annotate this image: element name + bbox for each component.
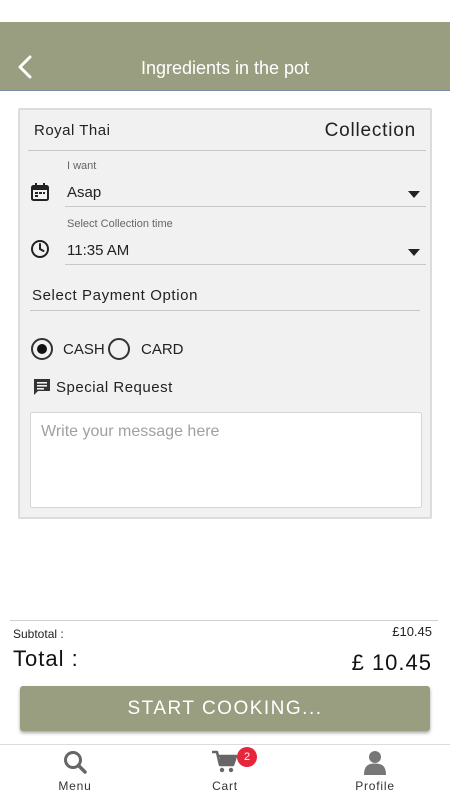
nav-item-cart[interactable]: 2 Cart <box>150 745 300 800</box>
order-card: Royal Thai Collection I want Asap Select… <box>18 108 432 519</box>
divider <box>65 206 426 207</box>
cart-count-badge: 2 <box>237 747 257 767</box>
special-request-title: Special Request <box>56 379 173 396</box>
app-header: Ingredients in the pot <box>0 22 450 91</box>
nav-item-profile[interactable]: Profile <box>300 745 450 800</box>
cart-icon <box>212 750 238 773</box>
profile-icon <box>364 751 386 775</box>
time-dropdown-icon[interactable] <box>408 249 420 256</box>
cash-radio[interactable] <box>31 338 53 360</box>
when-dropdown-icon[interactable] <box>408 191 420 198</box>
divider <box>28 150 426 151</box>
subtotal-label: Subtotal : <box>13 627 64 641</box>
when-select[interactable]: Asap <box>67 184 101 201</box>
when-label: I want <box>67 160 97 172</box>
bottom-nav: Menu 2 Cart Profile <box>0 744 450 800</box>
status-bar <box>0 0 450 22</box>
restaurant-name: Royal Thai <box>34 122 111 139</box>
divider <box>65 264 426 265</box>
divider <box>30 310 420 311</box>
nav-item-menu[interactable]: Menu <box>0 745 150 800</box>
total-label: Total : <box>13 646 79 671</box>
start-cooking-button[interactable]: START COOKING... <box>20 686 430 731</box>
nav-label-profile: Profile <box>355 779 395 793</box>
divider <box>10 620 438 621</box>
subtotal-value: £10.45 <box>392 624 432 639</box>
special-request-input[interactable] <box>30 412 422 508</box>
nav-label-cart: Cart <box>212 779 238 793</box>
clock-icon <box>31 240 49 258</box>
message-icon <box>34 379 50 395</box>
total-value: £ 10.45 <box>351 650 432 675</box>
search-icon <box>64 751 87 774</box>
card-label[interactable]: CARD <box>141 341 184 358</box>
time-select[interactable]: 11:35 AM <box>67 242 129 259</box>
nav-label-menu: Menu <box>58 779 92 793</box>
order-type: Collection <box>324 120 416 141</box>
card-radio[interactable] <box>108 338 130 360</box>
payment-title: Select Payment Option <box>32 287 199 304</box>
cash-label[interactable]: CASH <box>63 341 105 358</box>
calendar-icon <box>31 183 49 201</box>
page-title: Ingredients in the pot <box>140 58 310 78</box>
time-label: Select Collection time <box>67 218 173 230</box>
